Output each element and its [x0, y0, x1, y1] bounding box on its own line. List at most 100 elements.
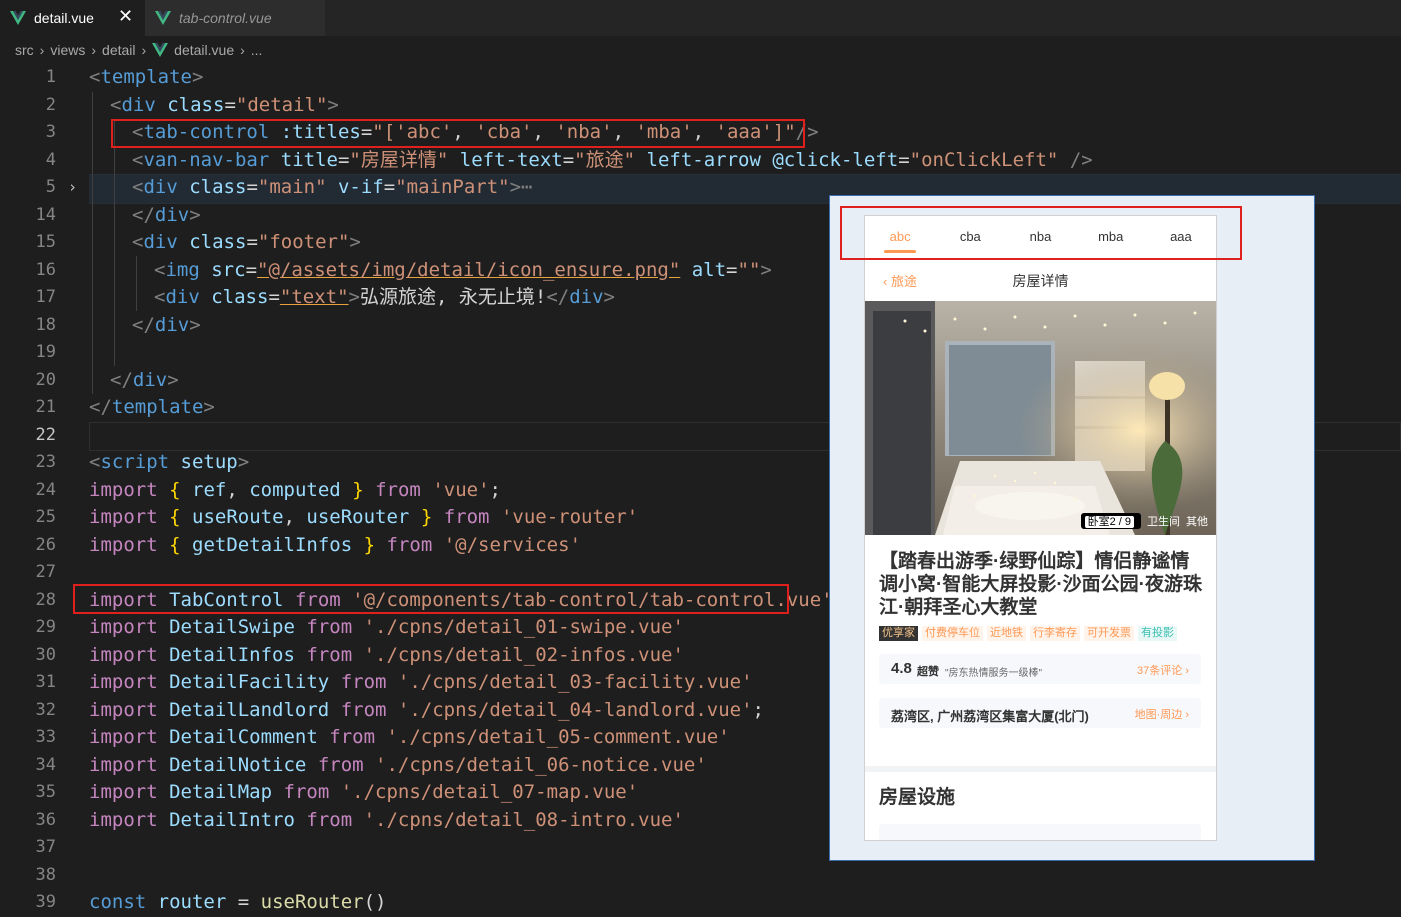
code-line: import DetailLandlord from './cpns/detai… — [89, 698, 764, 721]
line-number: 38 — [35, 864, 56, 885]
chevron-right-icon: › — [240, 42, 245, 58]
line-number: 15 — [35, 232, 56, 252]
section-divider — [865, 766, 1216, 772]
line-number: 17 — [35, 287, 56, 307]
line-number: 35 — [35, 782, 56, 802]
line-number: 36 — [35, 809, 56, 830]
code-line: import { useRoute, useRouter } from 'vue… — [89, 506, 639, 528]
close-icon[interactable]: ✕ — [118, 6, 133, 27]
code-line: <div class="detail"> — [110, 93, 339, 116]
house-title: 【踏春出游季·绿野仙踪】情侣静谧情调小窝·智能大屏投影·沙面公园·夜游珠江·朝拜… — [879, 551, 1202, 618]
line-number: 1 — [45, 67, 56, 87]
code-line: </div> — [110, 368, 179, 391]
code-line: <template> — [89, 66, 204, 88]
address-card[interactable]: 荔湾区, 广州荔湾区集富大厦(北门) 地图·周边 › — [879, 698, 1201, 728]
line-number: 34 — [35, 754, 56, 775]
rating-quote: "房东热情服务一级棒" — [945, 668, 1043, 679]
code-line: import { getDetailInfos } from '@/servic… — [89, 533, 582, 556]
code-line: <div class="main" v-if="mainPart">⋯ — [132, 176, 533, 198]
code-line: import DetailInfos from './cpns/detail_0… — [89, 643, 684, 666]
code-line: import DetailNotice from './cpns/detail_… — [89, 753, 707, 776]
house-tags: 优享家 付费停车位 近地铁 行李寄存 可开发票 有投影 — [879, 626, 1177, 641]
tag: 可开发票 — [1084, 626, 1134, 641]
line-number: 14 — [35, 204, 56, 225]
breadcrumb-item[interactable]: ... — [251, 42, 263, 58]
line-number: 26 — [35, 534, 56, 555]
line-number: 30 — [35, 644, 56, 665]
chevron-right-icon: › — [1182, 709, 1189, 721]
line-number: 29 — [35, 617, 56, 637]
line-number: 33 — [35, 727, 56, 747]
vue-file-icon — [155, 11, 171, 25]
chevron-right-icon: › — [141, 42, 147, 58]
breadcrumb-item[interactable]: detail — [102, 42, 135, 58]
tag: 行李寄存 — [1030, 626, 1080, 641]
code-line: const router = useRouter() — [89, 891, 387, 913]
code-line: <script setup> — [89, 451, 250, 473]
tag: 优享家 — [879, 626, 918, 641]
photo-category[interactable]: 其他 — [1186, 513, 1208, 529]
code-line: <div class="text">弘源旅途, 永无止境!</div> — [154, 286, 615, 308]
house-photo[interactable]: 卧室2 / 9 卫生间 其他 — [865, 301, 1216, 535]
code-line: </template> — [89, 396, 215, 418]
code-line: </div> — [132, 313, 201, 336]
tab-label: tab-control.vue — [179, 10, 272, 26]
chevron-right-icon: › — [91, 42, 97, 58]
code-line: import DetailMap from './cpns/detail_07-… — [89, 781, 639, 803]
code-line: import DetailComment from './cpns/detail… — [89, 726, 730, 748]
tab-label: detail.vue — [34, 10, 94, 26]
tag: 付费停车位 — [922, 626, 983, 641]
annotation-box — [73, 584, 789, 614]
tag: 近地铁 — [987, 626, 1026, 641]
nav-title: 房屋详情 — [1012, 273, 1069, 289]
code-line: import { ref, computed } from 'vue'; — [89, 478, 501, 501]
line-number: 32 — [35, 699, 56, 720]
breadcrumb-item[interactable]: detail.vue — [174, 42, 234, 58]
line-number: 4 — [45, 149, 56, 170]
annotation-box — [840, 206, 1242, 260]
line-number: 37 — [35, 837, 56, 857]
line-number: 21 — [35, 397, 56, 417]
tag: 有投影 — [1138, 626, 1177, 641]
comments-link[interactable]: 37条评论 › — [1137, 662, 1189, 678]
code-line: </div> — [132, 203, 201, 226]
code-line: <img src="@/assets/img/detail/icon_ensur… — [154, 258, 772, 281]
line-number: 3 — [45, 122, 56, 142]
line-number: 20 — [35, 369, 56, 390]
breadcrumb-item[interactable]: src — [15, 42, 34, 58]
photo-count-badge: 卧室2 / 9 — [1080, 513, 1141, 529]
breadcrumb-item[interactable]: views — [50, 42, 85, 58]
facility-box — [879, 824, 1201, 840]
vue-file-icon — [152, 43, 169, 57]
code-line: <div class="footer"> — [132, 231, 361, 253]
line-number: 23 — [35, 452, 56, 472]
chevron-right-icon: › — [1182, 665, 1189, 677]
line-number: 19 — [35, 342, 56, 362]
fold-chevron-icon[interactable]: › — [68, 174, 77, 202]
vue-file-icon — [10, 11, 26, 25]
tab-detail-vue[interactable]: detail.vue ✕ — [0, 0, 145, 36]
code-line: import DetailFacility from './cpns/detai… — [89, 671, 753, 693]
line-number: 39 — [35, 892, 56, 912]
tab-tab-control-vue[interactable]: tab-control.vue — [145, 0, 325, 36]
chevron-right-icon: › — [39, 42, 45, 58]
code-line: import DetailSwipe from './cpns/detail_0… — [89, 616, 684, 638]
address-text: 荔湾区, 广州荔湾区集富大厦(北门) — [891, 709, 1089, 724]
bedroom-photo-image — [865, 301, 1216, 535]
code-line: import DetailIntro from './cpns/detail_0… — [89, 808, 684, 831]
comment-summary[interactable]: 4.8 超赞 "房东热情服务一级棒" 37条评论 › — [879, 654, 1201, 684]
code-line: <van-nav-bar title="房屋详情" left-text="旅途"… — [132, 148, 1093, 171]
line-number: 2 — [45, 94, 56, 115]
line-number: 22 — [35, 424, 56, 445]
rating-title: 超赞 — [917, 666, 939, 678]
line-number: 25 — [35, 507, 56, 527]
section-title: 房屋设施 — [879, 787, 956, 808]
photo-badges: 卧室2 / 9 卫生间 其他 — [1080, 513, 1208, 529]
phone-preview: abc cba nba mba aaa ‹ 旅途 房屋详情 卧室2 / 9 卫生… — [864, 215, 1217, 841]
line-number: 16 — [35, 259, 56, 280]
photo-category[interactable]: 卫生间 — [1147, 513, 1180, 529]
line-number: 27 — [35, 562, 56, 582]
line-number: 31 — [35, 672, 56, 692]
map-link[interactable]: 地图·周边 › — [1135, 706, 1189, 722]
line-number: 24 — [35, 479, 56, 500]
